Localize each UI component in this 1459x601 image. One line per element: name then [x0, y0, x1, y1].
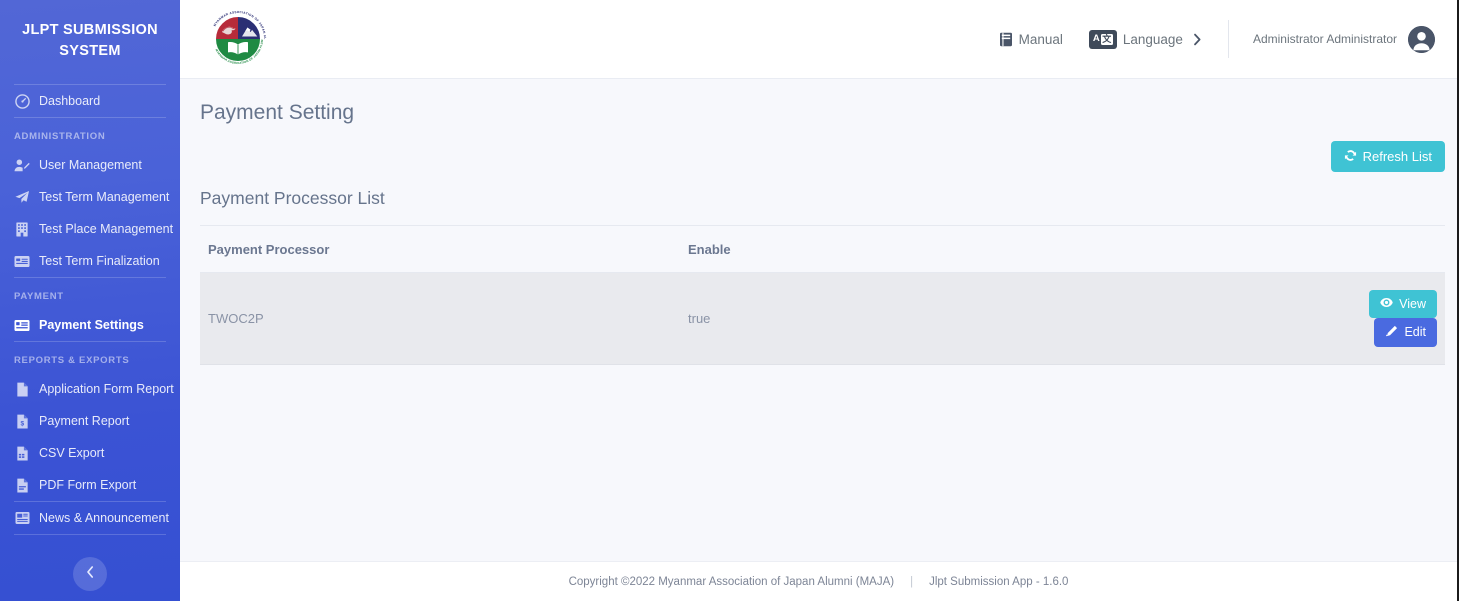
- translate-icon: A 文: [1088, 29, 1117, 49]
- edit-button[interactable]: Edit: [1374, 317, 1437, 347]
- payment-card-icon: [14, 317, 30, 333]
- view-label: View: [1399, 296, 1426, 311]
- refresh-icon: [1344, 149, 1357, 164]
- id-card-icon: [14, 253, 30, 269]
- sidebar-item-label: Test Place Management: [39, 222, 174, 237]
- view-button[interactable]: View: [1369, 290, 1437, 318]
- sidebar-item-label: Payment Report: [39, 414, 130, 429]
- payment-processor-table: Payment Processor Enable TWOC2P true Vie…: [200, 226, 1445, 365]
- user-name: Administrator Administrator: [1252, 32, 1397, 46]
- sidebar-item-label: PDF Form Export: [39, 478, 137, 493]
- payment-processor-table-wrap: Payment Processor Enable TWOC2P true Vie…: [200, 225, 1445, 365]
- table-header-row: Payment Processor Enable: [200, 226, 1445, 273]
- column-header-enable: Enable: [680, 226, 1300, 273]
- sidebar-item-payment-settings[interactable]: Payment Settings: [0, 309, 180, 341]
- section-title: Payment Processor List: [200, 188, 385, 208]
- user-menu[interactable]: Administrator Administrator: [1252, 25, 1435, 53]
- sidebar-item-user-management[interactable]: User Management: [0, 149, 180, 181]
- sidebar-divider: [14, 534, 166, 536]
- language-badge-letter-b: 文: [1100, 33, 1113, 45]
- refresh-list-button[interactable]: Refresh List: [1330, 141, 1445, 172]
- book-icon: [999, 32, 1013, 47]
- column-header-payment-processor: Payment Processor: [200, 226, 680, 273]
- sidebar-item-label: Test Term Finalization: [39, 254, 160, 269]
- sidebar-item-news-announcement[interactable]: News & Announcement: [0, 502, 180, 534]
- chevron-right-icon: [1193, 33, 1202, 46]
- sidebar-item-label: Application Form Report: [39, 382, 174, 397]
- sidebar-item-payment-report[interactable]: $ Payment Report: [0, 405, 180, 437]
- sidebar-item-application-form-report[interactable]: Application Form Report: [0, 373, 180, 405]
- document-pdf-icon: [14, 477, 30, 493]
- cell-payment-processor: TWOC2P: [200, 272, 680, 365]
- content-area: Payment Setting Refresh List Payment Pro…: [180, 79, 1457, 561]
- sidebar-item-label: News & Announcement: [39, 511, 169, 526]
- cell-enable: true: [680, 272, 1300, 365]
- sidebar-item-label: Test Term Management: [39, 190, 170, 205]
- document-csv-icon: [14, 445, 30, 461]
- document-dollar-icon: $: [14, 413, 30, 429]
- svg-text:$: $: [20, 420, 24, 427]
- sidebar-group-payment: PAYMENT: [14, 291, 64, 303]
- footer-copyright: Copyright ©2022 Myanmar Association of J…: [568, 575, 895, 588]
- pencil-icon: [1385, 325, 1398, 341]
- refresh-list-label: Refresh List: [1362, 149, 1432, 164]
- language-label: Language: [1122, 31, 1183, 47]
- table-head: Payment Processor Enable: [200, 226, 1445, 273]
- column-header-actions: [1300, 226, 1445, 273]
- manual-label: Manual: [1018, 31, 1063, 47]
- manual-button[interactable]: Manual: [999, 32, 1063, 47]
- sidebar-item-label: Dashboard: [39, 94, 101, 109]
- table-body: TWOC2P true View Edit: [200, 272, 1445, 365]
- paper-plane-icon: [14, 189, 30, 205]
- sidebar-item-pdf-form-export[interactable]: PDF Form Export: [0, 469, 180, 501]
- language-button[interactable]: A 文 Language: [1088, 29, 1202, 49]
- dashboard-icon: [14, 93, 30, 109]
- sidebar-group-administration: ADMINISTRATION: [14, 131, 106, 143]
- sidebar-item-test-place-management[interactable]: Test Place Management: [0, 213, 180, 245]
- sidebar: JLPT SUBMISSION SYSTEM Dashboard ADMINIS…: [0, 0, 180, 601]
- eye-icon: [1380, 297, 1393, 311]
- sidebar-item-label: Payment Settings: [39, 318, 144, 333]
- sidebar-collapse-button[interactable]: [73, 557, 107, 591]
- toolbar: Refresh List: [180, 125, 1447, 172]
- language-badge: A 文: [1088, 29, 1117, 49]
- sidebar-item-csv-export[interactable]: CSV Export: [0, 437, 180, 469]
- brand-title: JLPT SUBMISSION SYSTEM: [22, 22, 158, 60]
- topbar: MYANMAR ASSOCIATION OF JAPAN ALUMNI MYAN…: [180, 0, 1457, 79]
- maja-logo: MYANMAR ASSOCIATION OF JAPAN ALUMNI MYAN…: [205, 4, 270, 71]
- chevron-left-icon: [85, 565, 96, 584]
- sidebar-item-dashboard[interactable]: Dashboard: [0, 85, 180, 117]
- document-icon: [14, 381, 30, 397]
- brand: JLPT SUBMISSION SYSTEM: [0, 0, 180, 84]
- sidebar-item-test-term-management[interactable]: Test Term Management: [0, 181, 180, 213]
- user-edit-icon: [14, 157, 30, 173]
- sidebar-item-test-term-finalization[interactable]: Test Term Finalization: [0, 245, 180, 277]
- app-window: JLPT SUBMISSION SYSTEM Dashboard ADMINIS…: [0, 0, 1459, 601]
- sidebar-collapse-wrap: [0, 557, 180, 591]
- user-avatar-icon: [1408, 25, 1435, 53]
- footer-separator: |: [910, 575, 914, 588]
- footer: Copyright ©2022 Myanmar Association of J…: [180, 561, 1457, 601]
- sidebar-item-label: User Management: [39, 158, 142, 173]
- news-icon: [14, 510, 30, 526]
- edit-label: Edit: [1404, 325, 1426, 339]
- page-title: Payment Setting: [200, 101, 355, 124]
- main-area: MYANMAR ASSOCIATION OF JAPAN ALUMNI MYAN…: [180, 0, 1457, 601]
- language-badge-letter-a: A: [1092, 33, 1100, 45]
- building-icon: [14, 221, 30, 237]
- footer-app-version: Jlpt Submission App - 1.6.0: [929, 575, 1069, 588]
- table-row[interactable]: TWOC2P true View Edit: [200, 272, 1445, 365]
- sidebar-group-reports: REPORTS & EXPORTS: [14, 355, 130, 367]
- cell-actions: View Edit: [1300, 272, 1445, 365]
- topbar-divider: [1227, 20, 1229, 58]
- sidebar-item-label: CSV Export: [39, 446, 105, 461]
